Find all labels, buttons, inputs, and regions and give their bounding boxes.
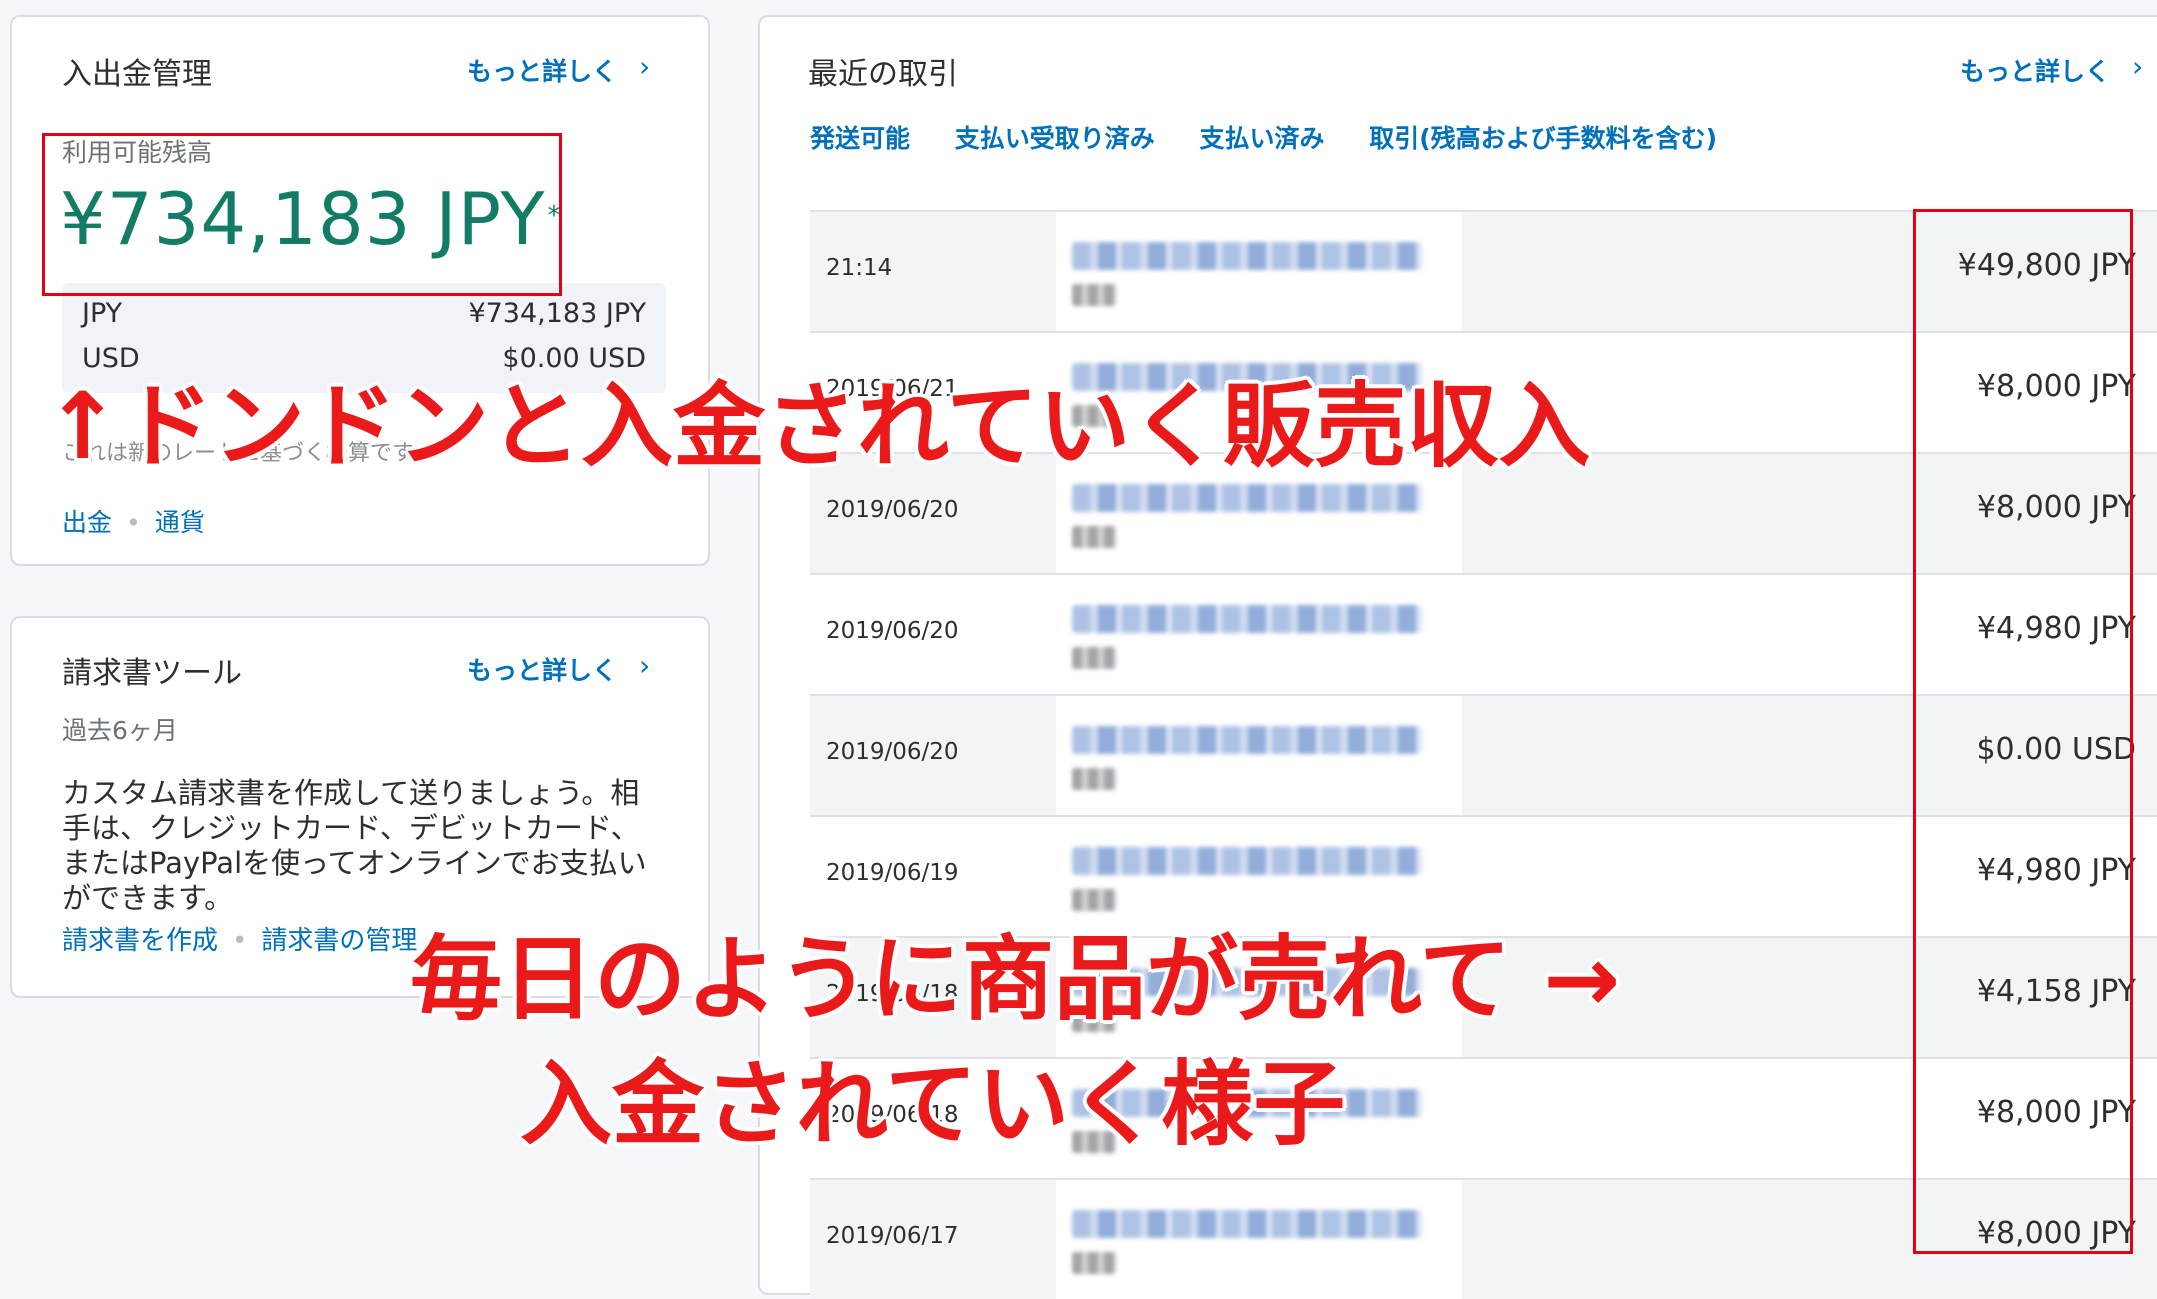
daily-sales-annotation-line1: 毎日のように商品が売れて →	[410, 926, 1621, 1033]
transaction-date: 2019/06/19	[826, 860, 959, 886]
currency-value: ¥734,183 JPY	[468, 298, 646, 329]
transaction-description-redacted	[1056, 575, 1462, 694]
chevron-right-icon: ›	[639, 50, 651, 83]
invoice-actions: 請求書を作成 • 請求書の管理	[62, 920, 417, 957]
manage-invoices-link[interactable]: 請求書の管理	[261, 926, 417, 956]
invoice-card-title: 請求書ツール	[62, 656, 242, 691]
chevron-right-icon: ›	[639, 649, 651, 682]
transaction-description-redacted	[1056, 212, 1462, 331]
redacted-status	[1072, 768, 1116, 790]
invoice-period: 過去6ヶ月	[62, 716, 178, 745]
redacted-status	[1072, 1252, 1116, 1274]
transactions-title: 最近の取引	[808, 57, 958, 92]
transaction-date: 2019/06/17	[826, 1223, 959, 1249]
transaction-description-redacted	[1056, 696, 1462, 815]
daily-sales-annotation-line2: 入金されていく様子	[520, 1051, 1346, 1158]
chevron-right-icon: ›	[2132, 50, 2144, 83]
tab-payments-sent[interactable]: 支払い済み	[1199, 124, 1324, 153]
redacted-status	[1072, 526, 1116, 548]
redacted-name	[1072, 242, 1422, 270]
tab-all-transactions[interactable]: 取引(残高および手数料を含む)	[1369, 124, 1717, 153]
invoice-description: カスタム請求書を作成して送りましょう。相手は、クレジットカード、デビットカード、…	[62, 776, 647, 915]
currency-code: JPY	[82, 298, 123, 329]
transaction-date: 21:14	[826, 255, 893, 281]
currency-row-jpy: JPY ¥734,183 JPY	[82, 298, 646, 329]
create-invoice-link[interactable]: 請求書を作成	[62, 926, 218, 956]
redacted-name	[1072, 484, 1422, 512]
separator-dot: •	[126, 508, 141, 537]
tab-payments-received[interactable]: 支払い受取り済み	[955, 124, 1155, 153]
withdraw-link[interactable]: 出金	[62, 508, 112, 537]
invoice-more-link[interactable]: もっと詳しく ›	[467, 649, 651, 687]
redacted-name	[1072, 847, 1422, 875]
balance-more-link[interactable]: もっと詳しく ›	[467, 50, 651, 88]
transaction-date: 2019/06/20	[826, 497, 959, 523]
income-annotation: ↑ドンドンと入金されていく販売収入	[44, 373, 1591, 480]
transactions-more-link[interactable]: もっと詳しく ›	[1960, 50, 2144, 88]
separator-dot: •	[232, 926, 248, 956]
transaction-date: 2019/06/20	[826, 739, 959, 765]
redacted-name	[1072, 605, 1422, 633]
balance-highlight-box	[42, 133, 562, 296]
redacted-name	[1072, 1210, 1422, 1238]
currency-link[interactable]: 通貨	[155, 508, 205, 537]
amount-highlight-box	[1913, 209, 2133, 1254]
redacted-status	[1072, 647, 1116, 669]
redacted-status	[1072, 284, 1116, 306]
transaction-date: 2019/06/20	[826, 618, 959, 644]
balance-card-title: 入出金管理	[62, 57, 212, 92]
transaction-description-redacted	[1056, 1180, 1462, 1299]
balance-actions: 出金 • 通貨	[62, 503, 205, 539]
redacted-name	[1072, 726, 1422, 754]
transaction-tabs: 発送可能 支払い受取り済み 支払い済み 取引(残高および手数料を含む)	[810, 119, 1753, 155]
tab-ready-to-ship[interactable]: 発送可能	[810, 124, 910, 153]
